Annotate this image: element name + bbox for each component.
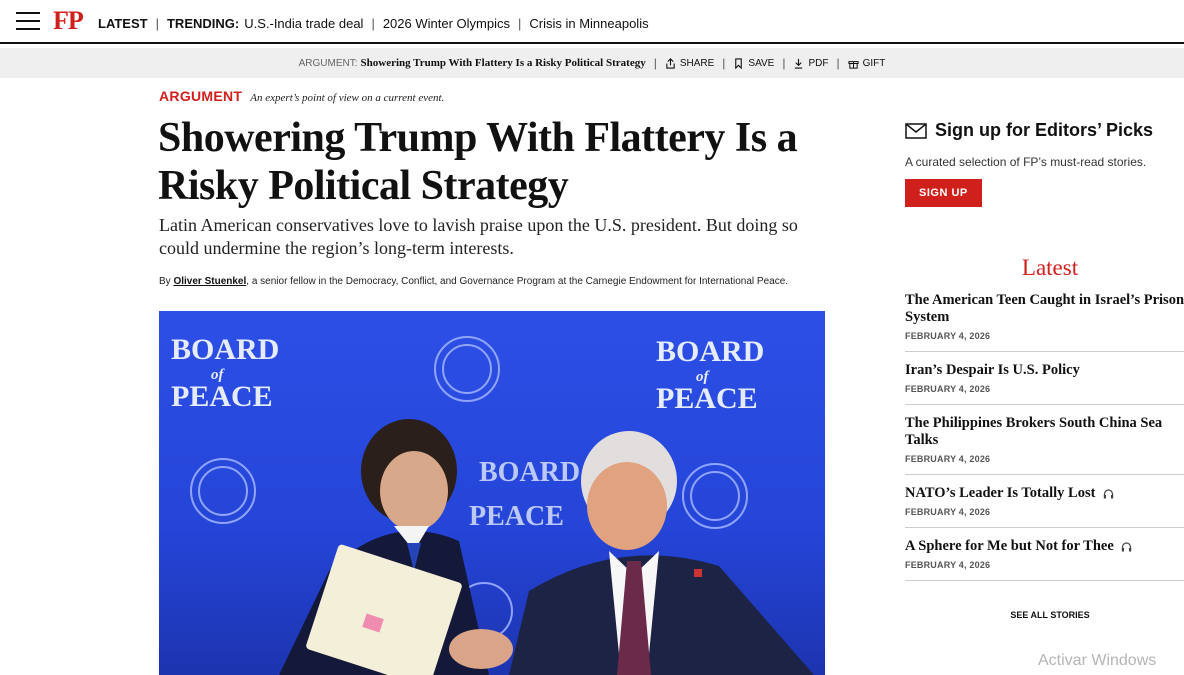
story-title-row[interactable]: NATO’s Leader Is Totally Lost	[905, 485, 1184, 502]
category-label[interactable]: ARGUMENT	[159, 88, 242, 104]
toolbar-divider: |	[722, 56, 726, 70]
story-title[interactable]: NATO’s Leader Is Totally Lost	[905, 485, 1095, 501]
svg-text:BOARD: BOARD	[656, 335, 764, 368]
headphones-icon	[1122, 542, 1132, 552]
latest-stories-list: The American Teen Caught in Israel’s Pri…	[905, 292, 1184, 591]
byline: By Oliver Stuenkel, a senior fellow in t…	[159, 276, 839, 287]
fp-logo[interactable]: FP	[53, 6, 84, 36]
svg-text:BOARD: BOARD	[479, 457, 580, 488]
trending-link-minneapolis[interactable]: Crisis in Minneapolis	[529, 16, 648, 31]
story-title[interactable]: A Sphere for Me but Not for Thee	[905, 538, 1114, 554]
author-description: , a senior fellow in the Democracy, Conf…	[246, 276, 789, 287]
article-headline: Showering Trump With Flattery Is a Risky…	[158, 115, 798, 209]
backdrop-logo-left: BOARD of PEACE	[171, 333, 279, 413]
menu-icon[interactable]	[16, 12, 40, 30]
save-label: SAVE	[748, 57, 775, 69]
svg-text:PEACE: PEACE	[656, 382, 758, 415]
lead-photo: BOARD of PEACE BOARD of PEACE BOARD PEAC…	[159, 311, 825, 675]
pdf-button[interactable]: PDF	[793, 58, 828, 69]
toolbar-divider: |	[836, 56, 840, 70]
windows-activation-watermark: Activar Windows	[1038, 652, 1157, 669]
story-date: FEBRUARY 4, 2026	[905, 507, 991, 517]
see-all-stories-link[interactable]: SEE ALL STORIES	[905, 610, 1184, 620]
story-date: FEBRUARY 4, 2026	[905, 331, 991, 341]
top-nav: FP LATEST | TRENDING: U.S.-India trade d…	[0, 0, 1184, 44]
latest-story[interactable]: Iran’s Despair Is U.S. Policy FEBRUARY 4…	[905, 362, 1184, 405]
toolbar-divider: |	[782, 56, 786, 70]
byline-prefix: By	[159, 276, 171, 287]
share-button[interactable]: SHARE	[665, 58, 714, 69]
headphones-icon	[1103, 489, 1114, 499]
story-date: FEBRUARY 4, 2026	[905, 454, 991, 464]
nav-divider: |	[371, 16, 375, 31]
latest-story[interactable]: The American Teen Caught in Israel’s Pri…	[905, 292, 1184, 352]
lead-photo-illustration: BOARD of PEACE BOARD of PEACE BOARD PEAC…	[171, 333, 814, 675]
backdrop-logo-right: BOARD of PEACE	[656, 335, 764, 415]
gift-label: GIFT	[862, 57, 886, 69]
story-title[interactable]: Iran’s Despair Is U.S. Policy	[905, 362, 1184, 379]
nav-divider: |	[517, 16, 522, 31]
story-title[interactable]: The Philippines Brokers South China Sea …	[905, 415, 1184, 449]
nav-latest-link[interactable]: LATEST	[98, 16, 148, 31]
toolbar-category: ARGUMENT:	[298, 57, 358, 69]
author-link[interactable]: Oliver Stuenkel	[173, 276, 246, 287]
newsletter-subtitle: A curated selection of FP’s must-read st…	[905, 155, 1147, 169]
story-date: FEBRUARY 4, 2026	[905, 384, 991, 394]
latest-heading: Latest	[1021, 255, 1079, 280]
trending-label: TRENDING:	[166, 16, 240, 31]
save-button[interactable]: SAVE	[733, 58, 774, 69]
gift-button[interactable]: GIFT	[848, 57, 886, 69]
category-description: An expert’s point of view on a current e…	[250, 92, 445, 104]
backdrop-logo-center: BOARD PEACE	[469, 457, 580, 532]
trending-link-olympics[interactable]: 2026 Winter Olympics	[383, 16, 510, 31]
pdf-label: PDF	[808, 57, 829, 69]
svg-text:PEACE: PEACE	[171, 380, 273, 413]
share-icon	[666, 57, 675, 69]
newsletter-heading: Sign up for Editors’ Picks	[905, 120, 1175, 141]
sign-up-button[interactable]: SIGN UP	[905, 179, 982, 207]
share-label: SHARE	[679, 57, 715, 69]
trending-link-trade[interactable]: U.S.-India trade deal	[244, 16, 363, 31]
article-toolbar: ARGUMENT: Showering Trump With Flattery …	[0, 48, 1184, 78]
toolbar-title: Showering Trump With Flattery Is a Risky…	[360, 57, 646, 69]
newsletter-signup: Sign up for Editors’ Picks A curated sel…	[905, 120, 1175, 207]
handshake	[449, 629, 513, 669]
download-icon	[795, 58, 803, 69]
gift-icon	[848, 60, 859, 69]
svg-text:BOARD: BOARD	[171, 333, 279, 366]
svg-text:PEACE: PEACE	[469, 501, 564, 532]
nav-links: LATEST | TRENDING: U.S.-India trade deal…	[98, 16, 649, 31]
newsletter-title: Sign up for Editors’ Picks	[935, 120, 1154, 140]
latest-story[interactable]: NATO’s Leader Is Totally Lost FEBRUARY 4…	[905, 485, 1184, 528]
bookmark-icon	[735, 57, 743, 69]
toolbar-divider: |	[653, 56, 657, 70]
nav-divider: |	[155, 16, 159, 31]
story-title[interactable]: The American Teen Caught in Israel’s Pri…	[905, 292, 1184, 326]
article-dek: Latin American conservatives love to lav…	[159, 215, 798, 258]
story-title-row[interactable]: A Sphere for Me but Not for Thee	[905, 538, 1184, 555]
latest-story[interactable]: A Sphere for Me but Not for Thee FEBRUAR…	[905, 538, 1184, 581]
story-date: FEBRUARY 4, 2026	[905, 560, 991, 570]
article-kicker: ARGUMENT An expert’s point of view on a …	[159, 88, 444, 104]
latest-story[interactable]: The Philippines Brokers South China Sea …	[905, 415, 1184, 475]
envelope-icon	[905, 122, 927, 139]
